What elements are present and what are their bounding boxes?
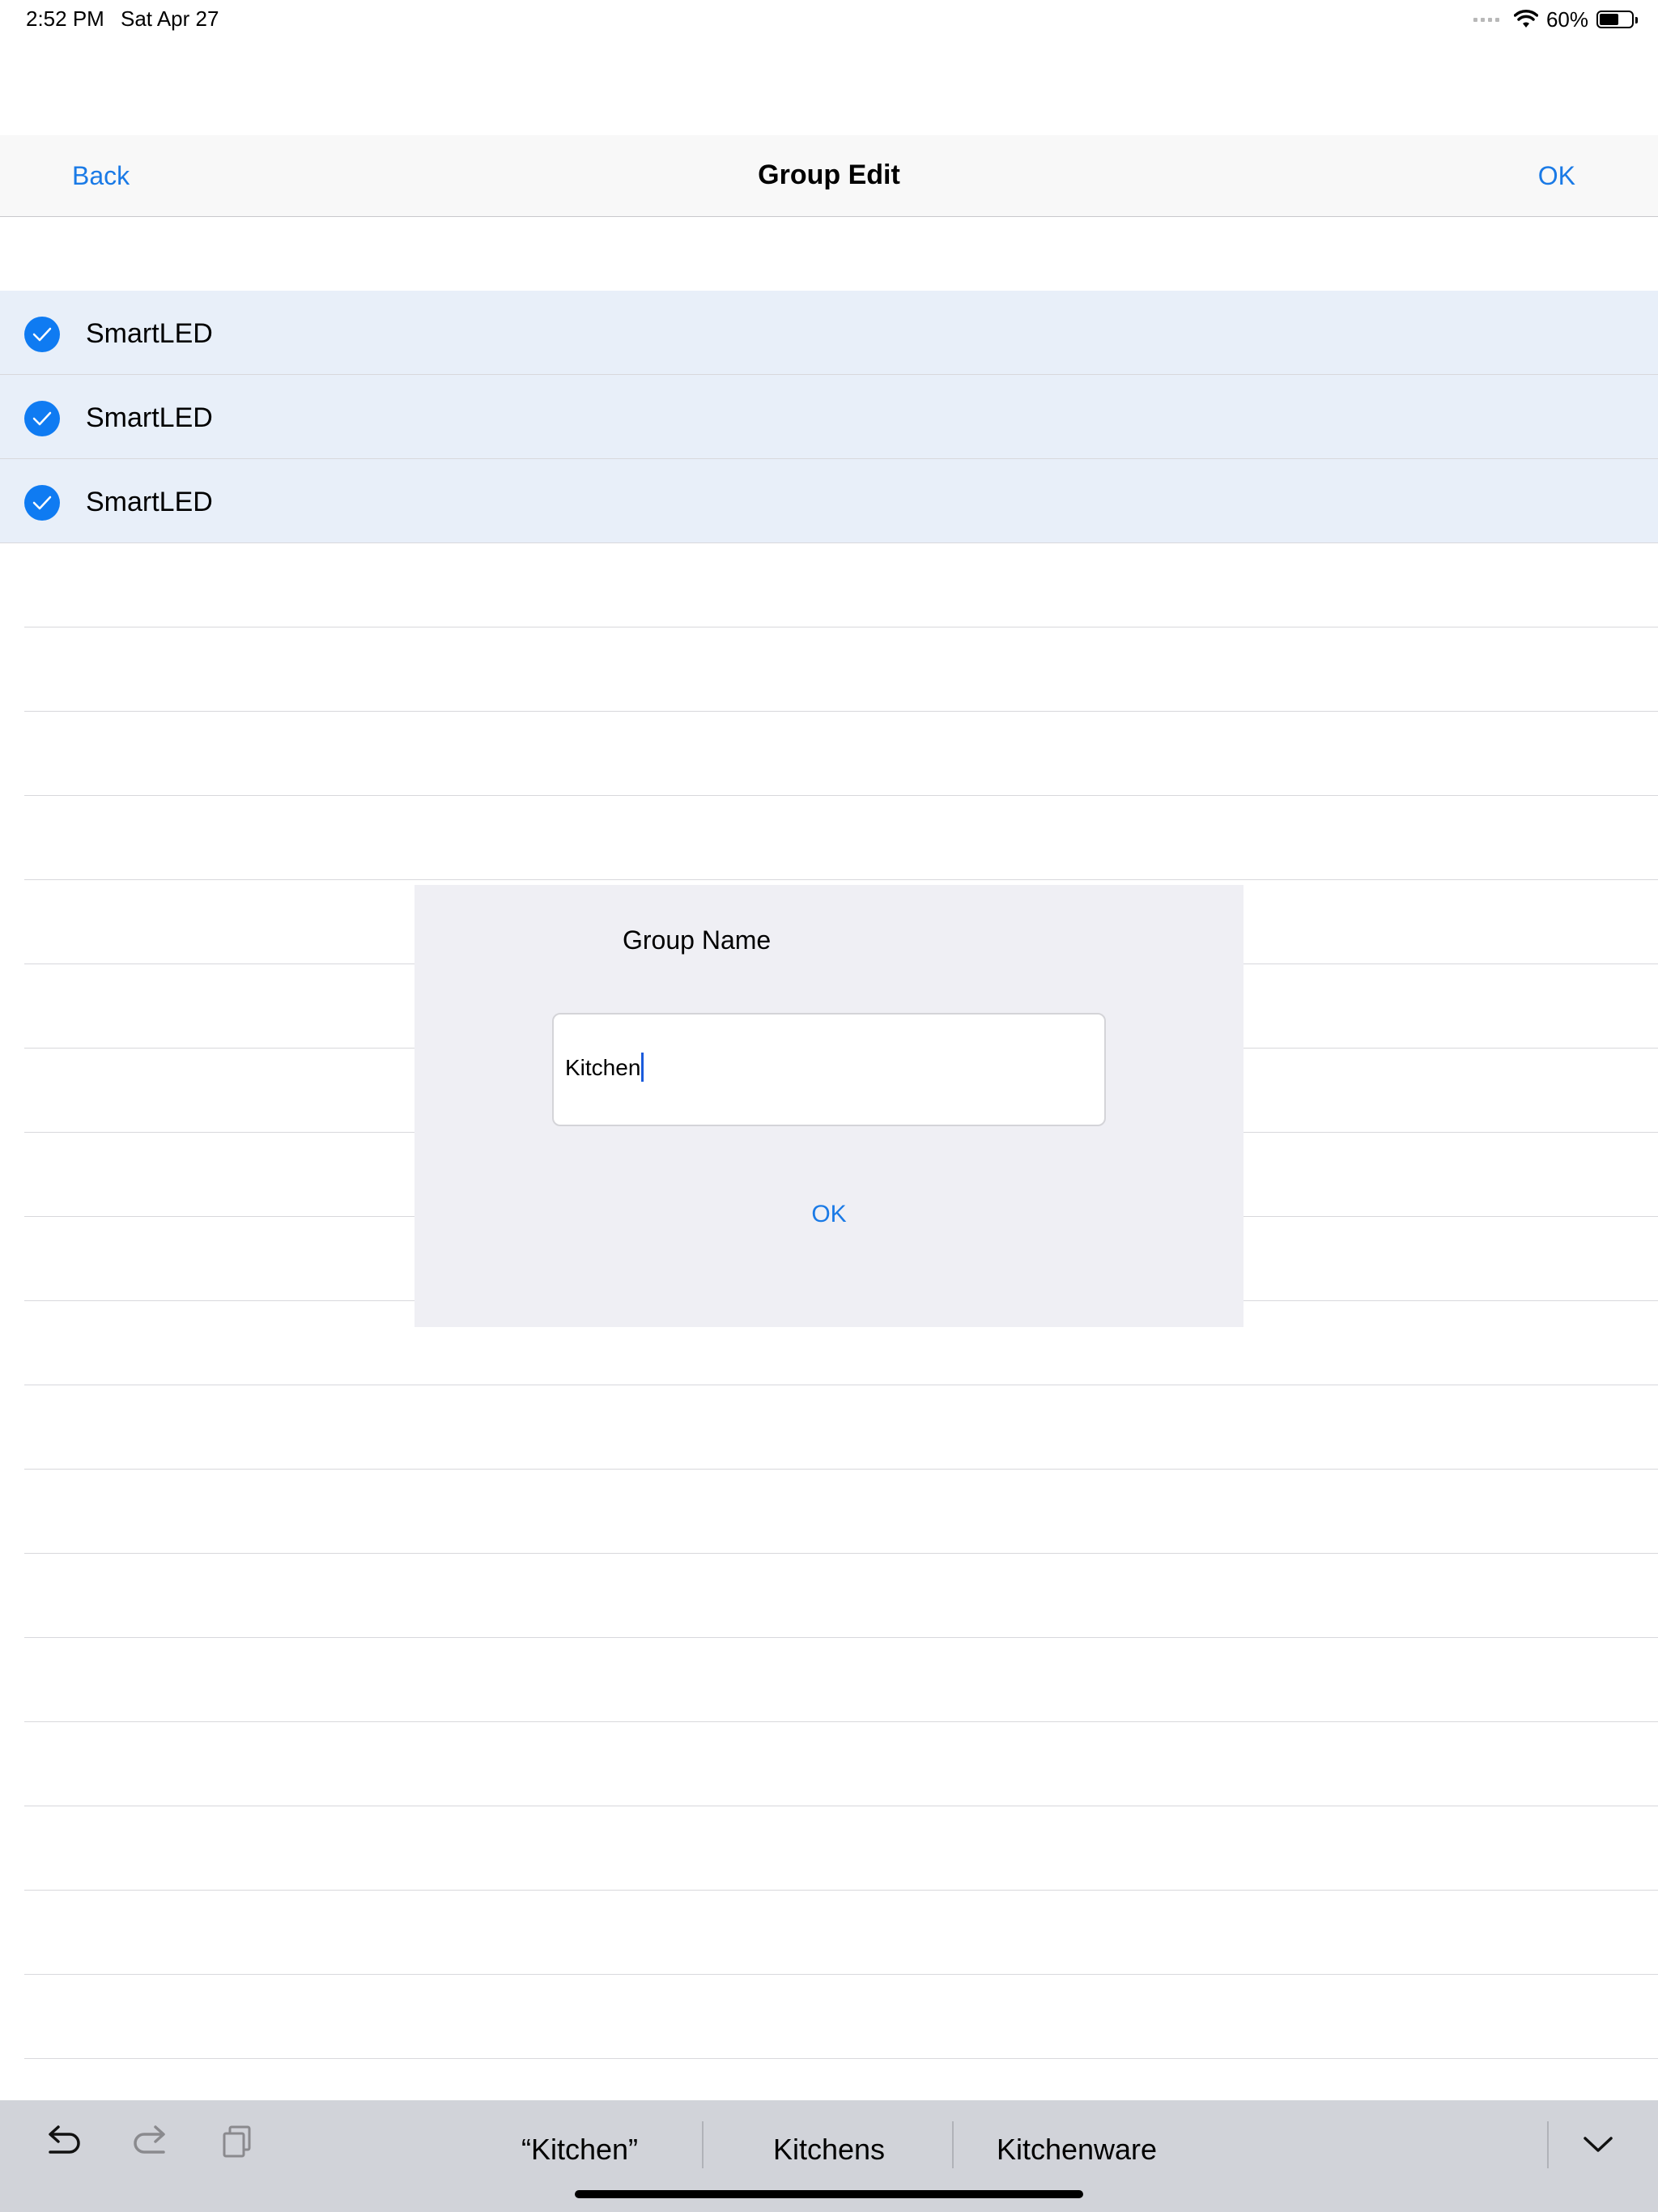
empty-row	[24, 1806, 1658, 1891]
device-name: SmartLED	[86, 487, 213, 517]
empty-row	[24, 1385, 1658, 1470]
device-row[interactable]: SmartLED	[0, 459, 1658, 543]
battery-icon	[1596, 11, 1638, 28]
home-indicator[interactable]	[575, 2190, 1083, 2198]
status-time: 2:52 PM	[26, 6, 104, 31]
empty-row	[24, 627, 1658, 712]
empty-row	[24, 1470, 1658, 1554]
chevron-down-icon[interactable]	[1582, 2134, 1614, 2155]
empty-row	[24, 1638, 1658, 1722]
group-name-value: Kitchen	[565, 1055, 641, 1080]
suggestion-divider	[952, 2121, 954, 2168]
device-row[interactable]: SmartLED	[0, 375, 1658, 459]
keyboard-suggestion-bar: “Kitchen” Kitchens Kitchenware	[0, 2100, 1658, 2212]
status-date: Sat Apr 27	[121, 6, 219, 31]
empty-row	[24, 1722, 1658, 1806]
device-row[interactable]: SmartLED	[0, 291, 1658, 375]
empty-row	[24, 796, 1658, 880]
status-bar: 2:52 PM Sat Apr 27 60%	[0, 0, 1658, 39]
suggestion-divider	[702, 2121, 704, 2168]
text-caret	[641, 1052, 644, 1082]
navigation-bar: Back Group Edit OK	[0, 135, 1658, 217]
wifi-icon	[1513, 10, 1538, 28]
paste-icon[interactable]	[222, 2125, 254, 2160]
page-title: Group Edit	[758, 160, 900, 190]
device-name: SmartLED	[86, 402, 213, 433]
empty-row	[24, 543, 1658, 627]
dialog-title: Group Name	[623, 925, 772, 955]
suggestion-divider	[1547, 2121, 1549, 2168]
dialog-ok-button[interactable]: OK	[414, 1201, 1244, 1228]
battery-fill	[1600, 14, 1618, 25]
checkmark-icon[interactable]	[24, 485, 60, 521]
checkmark-icon[interactable]	[24, 317, 60, 352]
battery-percent: 60%	[1545, 6, 1588, 32]
undo-icon[interactable]	[44, 2125, 83, 2160]
empty-row	[24, 1975, 1658, 2059]
nav-ok-button[interactable]: OK	[1538, 161, 1575, 191]
empty-row	[24, 712, 1658, 796]
group-name-dialog: Group Name Kitchen OK	[414, 885, 1244, 1327]
cellular-signal-icon	[1473, 17, 1499, 22]
empty-row	[24, 1554, 1658, 1638]
redo-icon[interactable]	[131, 2125, 170, 2160]
suggestion-1[interactable]: “Kitchen”	[486, 2133, 674, 2167]
group-name-input[interactable]: Kitchen	[552, 1013, 1106, 1126]
device-name: SmartLED	[86, 318, 213, 349]
empty-row	[24, 1891, 1658, 1975]
status-indicators: 60%	[1473, 6, 1638, 32]
suggestion-2[interactable]: Kitchens	[733, 2133, 925, 2167]
suggestion-3[interactable]: Kitchenware	[971, 2133, 1182, 2167]
checkmark-icon[interactable]	[24, 401, 60, 436]
